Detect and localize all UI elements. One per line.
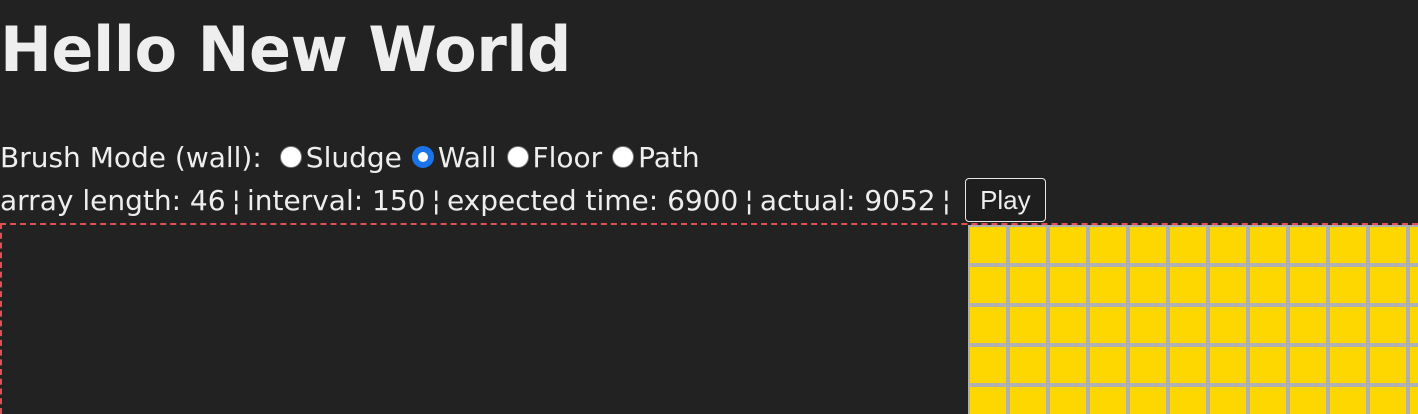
brush-mode-row: Brush Mode (wall): Sludge Wall Floor Pat… (0, 138, 710, 176)
grid-canvas-area[interactable] (0, 223, 1418, 414)
grid-cell[interactable] (1170, 307, 1206, 343)
floor-radio[interactable] (506, 146, 529, 168)
grid-cell[interactable] (1090, 267, 1126, 303)
sludge-radio[interactable] (279, 146, 302, 168)
grid-cell[interactable] (1410, 387, 1418, 414)
grid-cell[interactable] (1250, 267, 1286, 303)
grid-cell[interactable] (1370, 347, 1406, 383)
grid-cell[interactable] (1210, 307, 1246, 343)
sludge-radio-label: Sludge (305, 140, 402, 174)
grid-cell[interactable] (1370, 387, 1406, 414)
grid-cell[interactable] (1410, 267, 1418, 303)
page-title: Hello New World (0, 13, 571, 86)
grid-cell[interactable] (970, 267, 1006, 303)
brush-mode-label: Brush Mode (wall): (0, 140, 262, 174)
grid-cell[interactable] (970, 347, 1006, 383)
grid-cell[interactable] (1050, 227, 1086, 263)
radio-option-sludge[interactable]: Sludge (279, 140, 402, 174)
grid-cell[interactable] (1050, 267, 1086, 303)
grid-cell[interactable] (1170, 347, 1206, 383)
grid-cell[interactable] (1250, 347, 1286, 383)
interval-stat: interval: 150 (246, 183, 426, 217)
grid-cell[interactable] (1250, 307, 1286, 343)
grid-cell[interactable] (1130, 387, 1166, 414)
grid-cell[interactable] (1370, 307, 1406, 343)
grid-cell[interactable] (1330, 347, 1366, 383)
grid-cell[interactable] (970, 227, 1006, 263)
grid-cell[interactable] (970, 387, 1006, 414)
play-button[interactable]: Play (965, 178, 1046, 222)
grid-cell[interactable] (1130, 307, 1166, 343)
expected-time-stat: expected time: 6900 (446, 183, 739, 217)
grid-cell[interactable] (1010, 347, 1046, 383)
path-radio-label: Path (638, 140, 700, 174)
floor-radio-label: Floor (532, 140, 603, 174)
grid-cell[interactable] (1370, 227, 1406, 263)
grid-cell[interactable] (1010, 307, 1046, 343)
wall-radio-label: Wall (437, 140, 497, 174)
grid-cell[interactable] (1090, 307, 1126, 343)
grid-cell[interactable] (1370, 267, 1406, 303)
grid-cell[interactable] (1210, 267, 1246, 303)
grid-cell[interactable] (1410, 227, 1418, 263)
grid-cell[interactable] (1330, 267, 1366, 303)
stats-row: array length: 46 ¦ interval: 150 ¦ expec… (0, 178, 1046, 222)
grid-cell[interactable] (1330, 307, 1366, 343)
grid-cell[interactable] (1210, 387, 1246, 414)
grid-cell[interactable] (1250, 387, 1286, 414)
grid-cell[interactable] (1050, 347, 1086, 383)
grid-cell[interactable] (1090, 387, 1126, 414)
path-radio[interactable] (612, 146, 635, 168)
grid-cell[interactable] (1090, 227, 1126, 263)
grid-cell[interactable] (1410, 307, 1418, 343)
grid-cell[interactable] (1410, 347, 1418, 383)
grid-cell[interactable] (1130, 347, 1166, 383)
actual-time-stat: actual: 9052 (759, 183, 936, 217)
radio-option-wall[interactable]: Wall (411, 140, 497, 174)
grid-cell[interactable] (1250, 227, 1286, 263)
grid-cell[interactable] (1210, 347, 1246, 383)
stat-separator: ¦ (231, 183, 241, 217)
radio-option-floor[interactable]: Floor (506, 140, 603, 174)
grid-cell[interactable] (1330, 387, 1366, 414)
tile-grid[interactable] (968, 225, 1418, 414)
grid-cell[interactable] (1290, 227, 1326, 263)
stat-separator: ¦ (941, 183, 952, 217)
grid-cell[interactable] (1170, 227, 1206, 263)
grid-cell[interactable] (1010, 387, 1046, 414)
grid-cell[interactable] (1010, 227, 1046, 263)
grid-cell[interactable] (1290, 307, 1326, 343)
wall-radio[interactable] (411, 146, 434, 168)
grid-cell[interactable] (1210, 227, 1246, 263)
array-length-stat: array length: 46 (0, 183, 226, 217)
grid-cell[interactable] (1090, 347, 1126, 383)
grid-cell[interactable] (1010, 267, 1046, 303)
radio-option-path[interactable]: Path (612, 141, 700, 174)
grid-cell[interactable] (1170, 267, 1206, 303)
grid-cell[interactable] (1130, 227, 1166, 263)
stat-separator: ¦ (431, 183, 441, 217)
grid-cell[interactable] (1290, 347, 1326, 383)
grid-cell[interactable] (1130, 267, 1166, 303)
stat-separator: ¦ (744, 183, 754, 217)
grid-cell[interactable] (970, 307, 1006, 343)
grid-cell[interactable] (1170, 387, 1206, 414)
grid-cell[interactable] (1330, 227, 1366, 263)
grid-cell[interactable] (1290, 387, 1326, 414)
grid-cell[interactable] (1050, 307, 1086, 343)
grid-cell[interactable] (1050, 387, 1086, 414)
grid-cell[interactable] (1290, 267, 1326, 303)
